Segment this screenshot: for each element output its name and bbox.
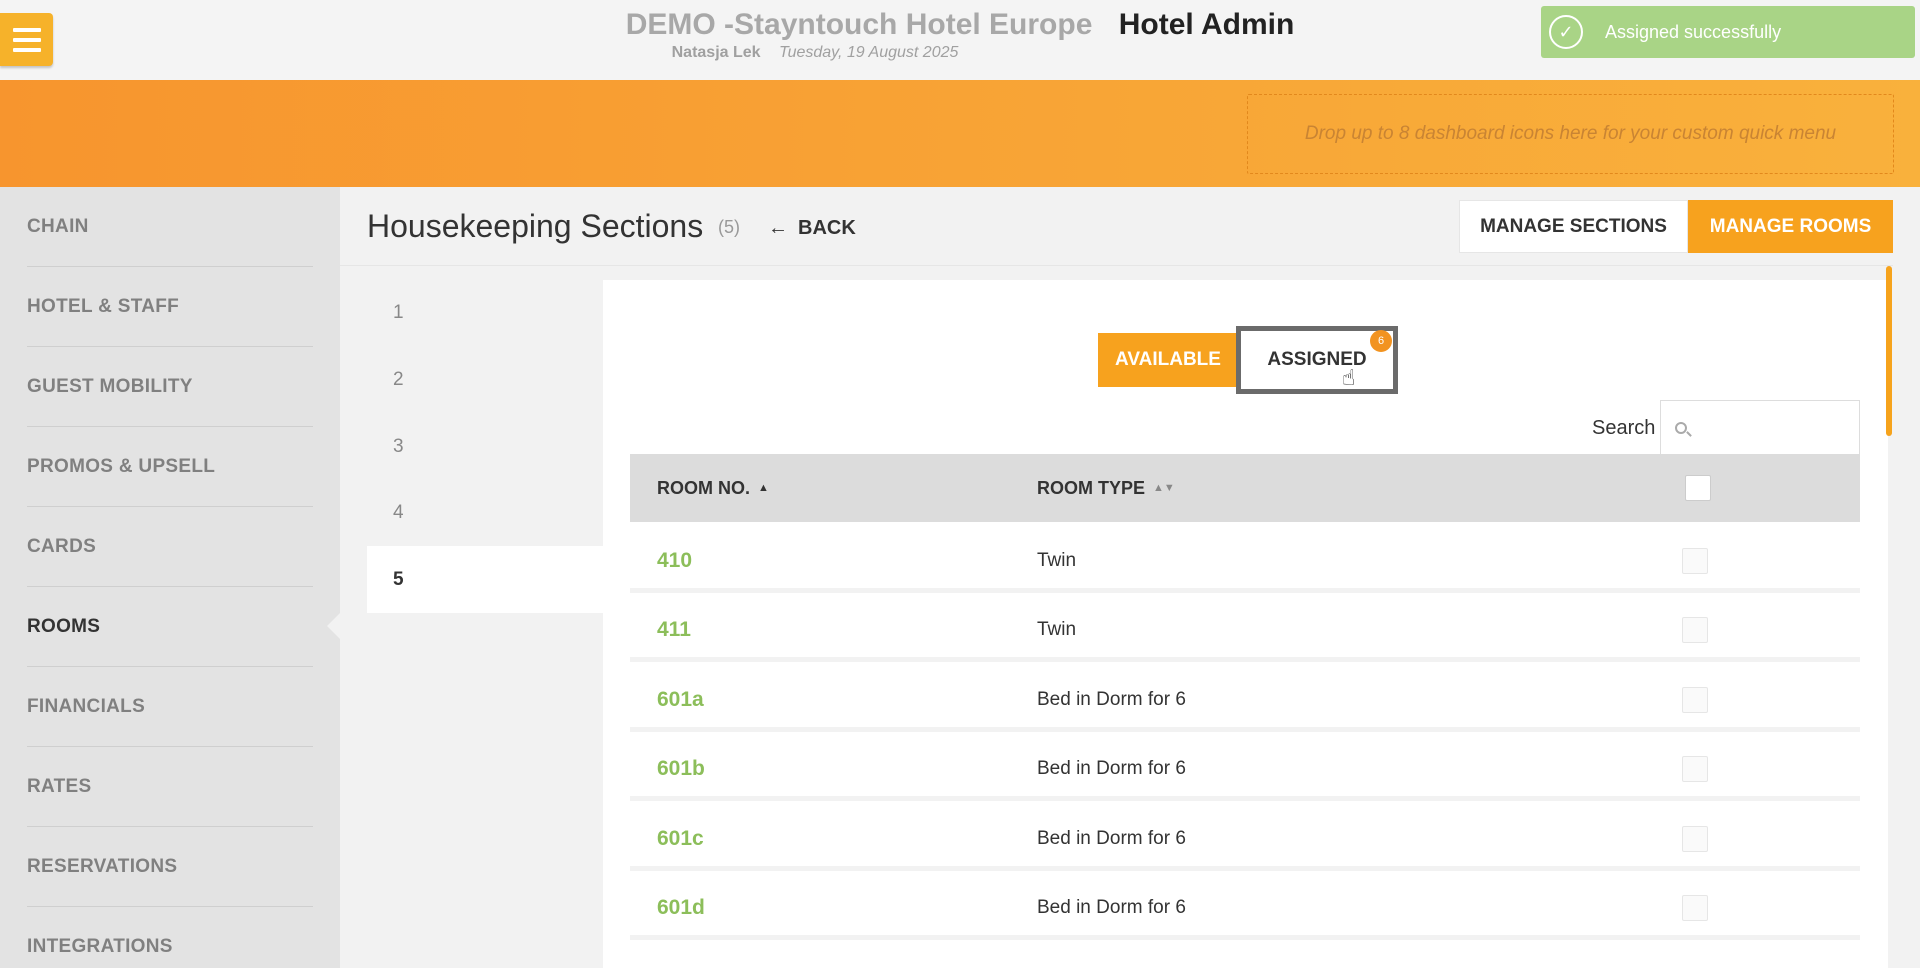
column-header-room-no[interactable]: ROOM NO. ▲ [657, 454, 769, 522]
sidebar-item-label: FINANCIALS [27, 695, 146, 717]
table-row: 601c Bed in Dorm for 6 [630, 807, 1860, 871]
sidebar-item-rooms[interactable]: ROOMS [27, 587, 313, 667]
section-count: (5) [718, 217, 740, 237]
section-label: 1 [393, 301, 404, 323]
business-date: Tuesday, 19 August 2025 [779, 44, 959, 61]
manage-rooms-button[interactable]: MANAGE ROOMS [1688, 200, 1893, 253]
table-row: 411 Twin [630, 598, 1860, 662]
quick-menu-dropzone[interactable]: Drop up to 8 dashboard icons here for yo… [1247, 94, 1894, 174]
room-number-link[interactable]: 601c [657, 807, 704, 871]
sort-icon: ▲▼ [1153, 482, 1175, 494]
app-name: Hotel Admin [1118, 8, 1295, 41]
panel-scrollbar[interactable] [1886, 266, 1892, 436]
sidebar-item-label: HOTEL & STAFF [27, 295, 180, 317]
room-type: Twin [1037, 619, 1077, 640]
section-label: 3 [393, 435, 404, 457]
assigned-count-badge: 6 [1370, 330, 1392, 352]
room-number-link[interactable]: 410 [657, 529, 692, 593]
room-type: Twin [1037, 550, 1077, 571]
section-item-3[interactable]: 3 [367, 413, 603, 480]
table-row: 601a Bed in Dorm for 6 [630, 668, 1860, 732]
table-row: 601d Bed in Dorm for 6 [630, 876, 1860, 940]
row-checkbox[interactable] [1682, 895, 1708, 921]
sidebar-item-reservations[interactable]: RESERVATIONS [27, 827, 313, 907]
hand-pointer-icon: ☝ [1342, 365, 1356, 390]
column-label: ROOM TYPE [1037, 477, 1146, 498]
sidebar-item-label: CHAIN [27, 215, 89, 237]
room-type: Bed in Dorm for 6 [1037, 828, 1186, 849]
arrow-left-icon: ← [768, 217, 788, 239]
section-item-4[interactable]: 4 [367, 479, 603, 546]
success-toast: ✓ Assigned successfully [1541, 6, 1915, 58]
sidebar-item-rates[interactable]: RATES [27, 747, 313, 827]
available-toggle-button[interactable]: AVAILABLE [1098, 333, 1238, 387]
sidebar-item-label: RESERVATIONS [27, 855, 178, 877]
search-box[interactable] [1660, 400, 1860, 456]
sidebar-item-chain[interactable]: CHAIN [27, 187, 313, 267]
table-row: 601b Bed in Dorm for 6 [630, 737, 1860, 801]
room-type: Bed in Dorm for 6 [1037, 758, 1186, 779]
dashboard-band: Drop up to 8 dashboard icons here for yo… [0, 80, 1920, 187]
select-all-checkbox[interactable] [1685, 475, 1711, 501]
room-type: Bed in Dorm for 6 [1037, 897, 1186, 918]
section-label: 4 [393, 501, 404, 523]
sidebar-item-cards[interactable]: CARDS [27, 507, 313, 587]
sidebar-item-label: INTEGRATIONS [27, 935, 173, 957]
sidebar-item-hotel-staff[interactable]: HOTEL & STAFF [27, 267, 313, 347]
top-bar: DEMO -Stayntouch Hotel Europe Hotel Admi… [0, 0, 1920, 80]
room-type: Bed in Dorm for 6 [1037, 689, 1186, 710]
table-row: 410 Twin [630, 529, 1860, 593]
manage-sections-button[interactable]: MANAGE SECTIONS [1459, 200, 1688, 253]
toast-message: Assigned successfully [1605, 21, 1782, 42]
table-header: ROOM NO. ▲ ROOM TYPE ▲▼ [630, 454, 1860, 522]
room-number-link[interactable]: 411 [657, 598, 691, 662]
sort-ascending-icon: ▲ [758, 482, 769, 494]
search-icon [1675, 422, 1687, 434]
admin-sidebar: CHAIN HOTEL & STAFF GUEST MOBILITY PROMO… [0, 187, 340, 968]
room-number-link[interactable]: 601a [657, 668, 704, 732]
row-checkbox[interactable] [1682, 756, 1708, 782]
sidebar-item-financials[interactable]: FINANCIALS [27, 667, 313, 747]
section-label: 2 [393, 368, 404, 390]
search-input[interactable] [1695, 419, 1855, 437]
sidebar-item-integrations[interactable]: INTEGRATIONS [27, 907, 313, 968]
room-number-link[interactable]: 601b [657, 737, 705, 801]
back-button[interactable]: ← BACK [768, 217, 856, 240]
section-item-2[interactable]: 2 [367, 346, 603, 413]
sidebar-item-label: RATES [27, 775, 92, 797]
back-label: BACK [798, 217, 856, 239]
search-label: Search [1592, 417, 1656, 439]
sidebar-item-guest-mobility[interactable]: GUEST MOBILITY [27, 347, 313, 427]
user-name: Natasja Lek [671, 44, 761, 61]
section-item-5[interactable]: 5 [367, 546, 603, 613]
page-title: Housekeeping Sections [367, 208, 704, 244]
room-number-link[interactable]: 601d [657, 876, 705, 940]
sidebar-item-label: ROOMS [27, 615, 101, 637]
sidebar-item-label: GUEST MOBILITY [27, 375, 193, 397]
column-label: ROOM NO. [657, 477, 750, 498]
hotel-name: DEMO -Stayntouch Hotel Europe [625, 8, 1093, 41]
row-checkbox[interactable] [1682, 826, 1708, 852]
row-checkbox[interactable] [1682, 617, 1708, 643]
header-divider [340, 265, 1893, 266]
section-label: 5 [393, 568, 404, 590]
sidebar-item-label: CARDS [27, 535, 97, 557]
sidebar-item-label: PROMOS & UPSELL [27, 455, 216, 477]
column-header-room-type[interactable]: ROOM TYPE ▲▼ [1037, 454, 1175, 522]
check-circle-icon: ✓ [1549, 15, 1583, 49]
section-item-1[interactable]: 1 [367, 279, 603, 346]
active-item-pointer [327, 613, 340, 639]
dropzone-placeholder: Drop up to 8 dashboard icons here for yo… [1304, 123, 1837, 144]
sidebar-item-promos-upsell[interactable]: PROMOS & UPSELL [27, 427, 313, 507]
row-checkbox[interactable] [1682, 687, 1708, 713]
row-checkbox[interactable] [1682, 548, 1708, 574]
